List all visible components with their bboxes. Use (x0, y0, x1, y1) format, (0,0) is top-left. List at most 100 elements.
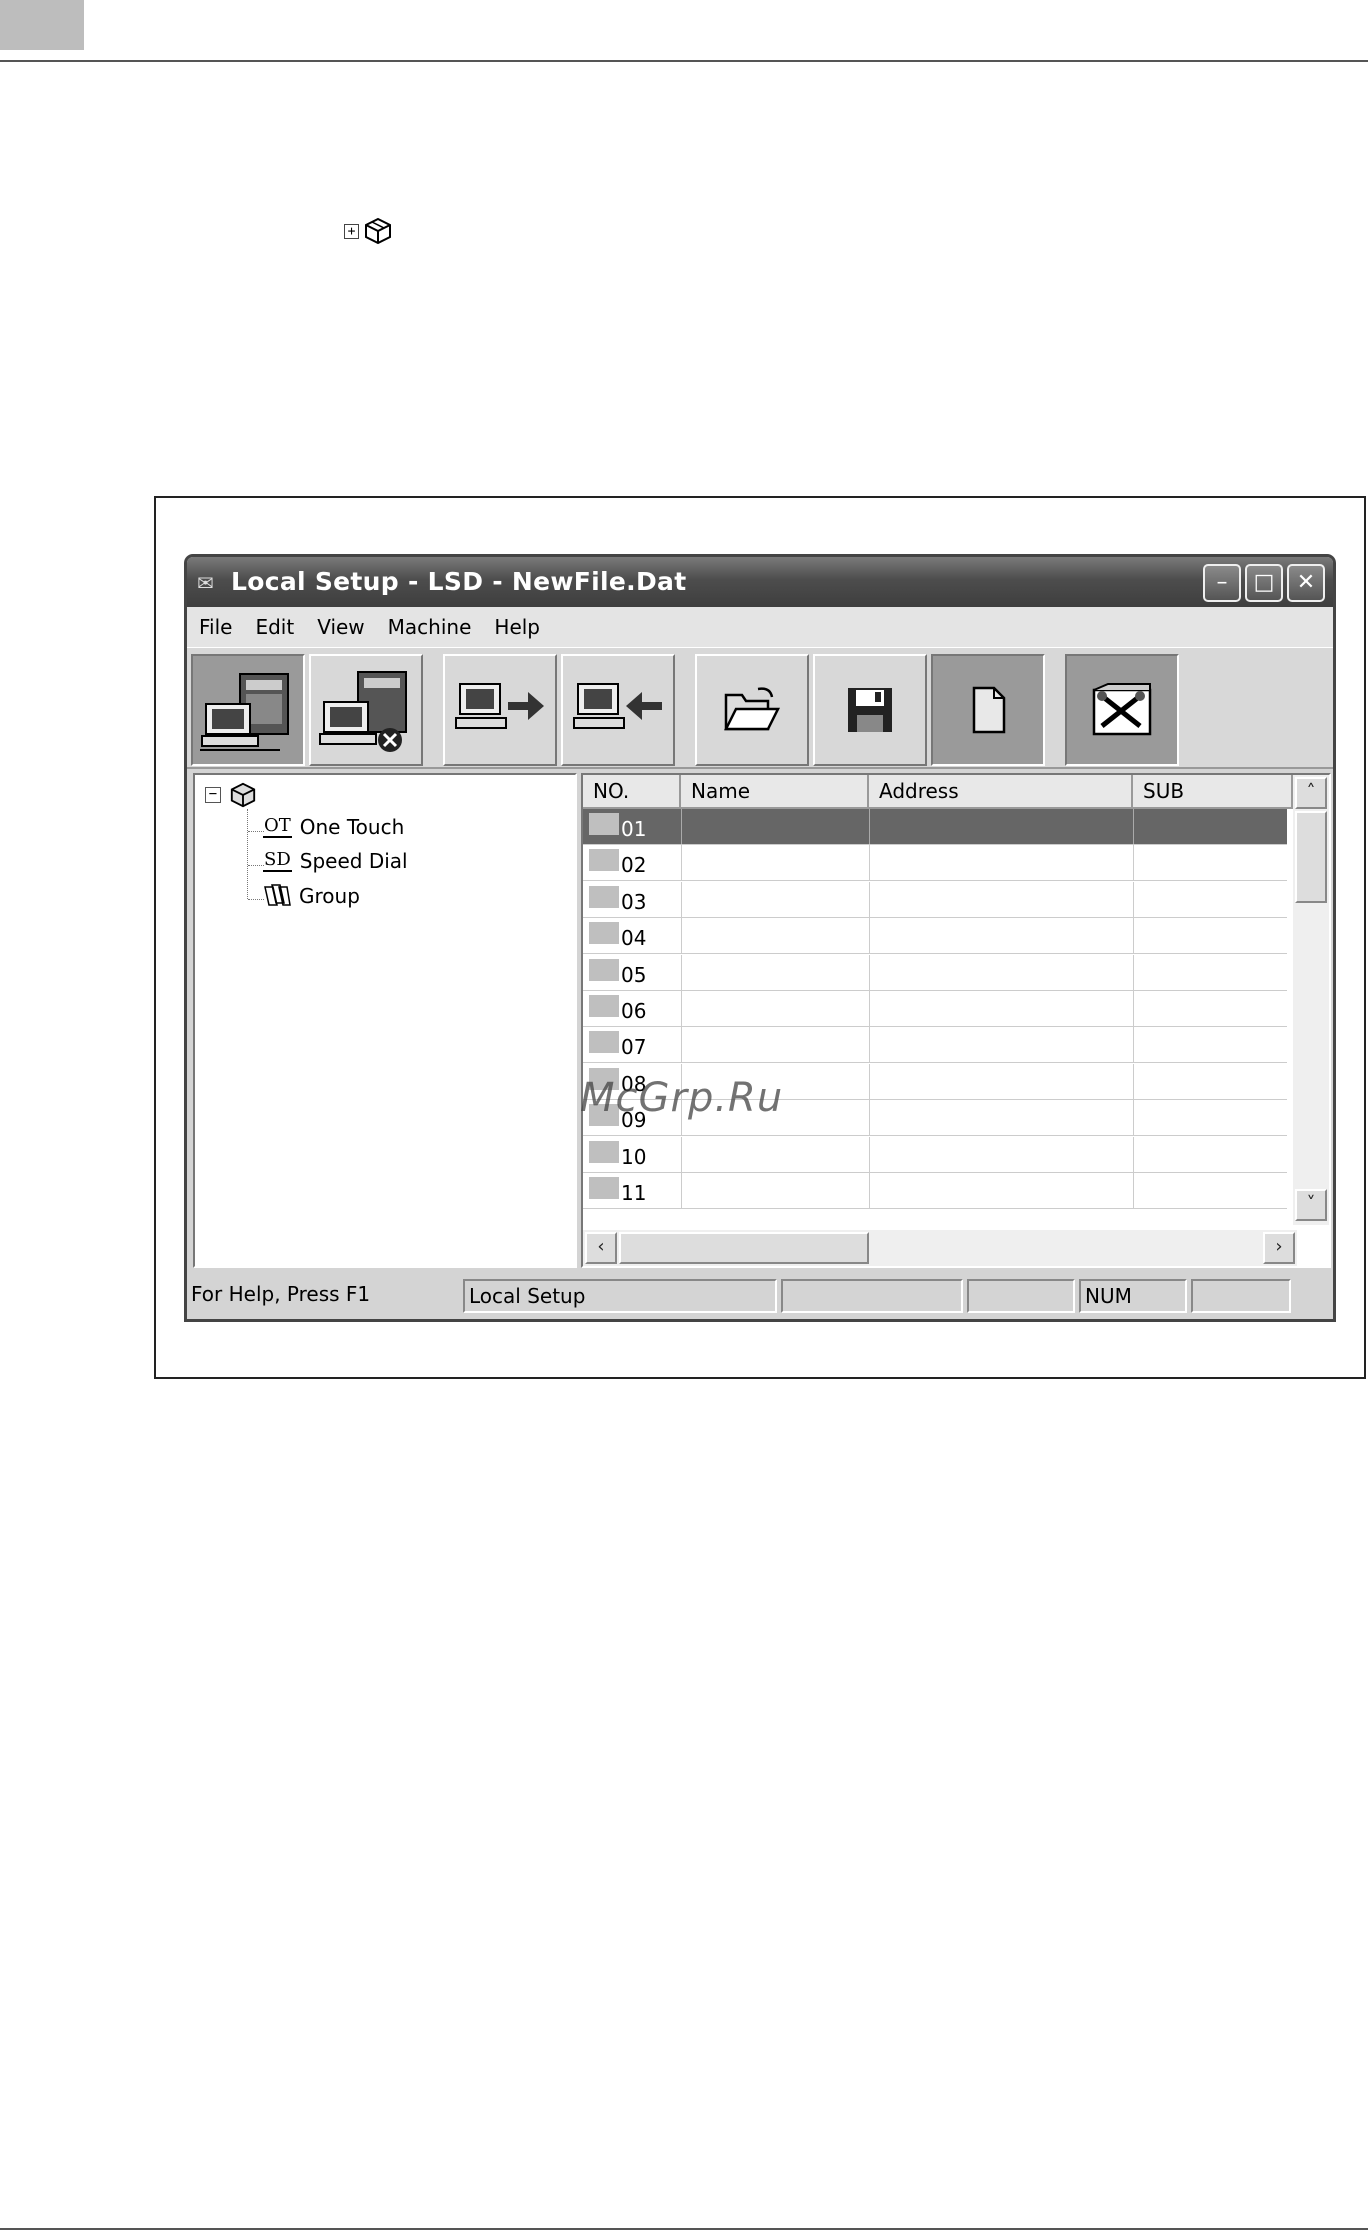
machine-cube-icon (365, 217, 391, 245)
watermark: McGrp.Ru (580, 1075, 784, 1121)
app-icon: ✉ (197, 571, 214, 595)
minimize-button[interactable]: – (1203, 564, 1241, 602)
close-button[interactable]: ✕ (1287, 564, 1325, 602)
menu-help[interactable]: Help (494, 615, 540, 639)
table-row[interactable]: 02 (583, 845, 1287, 882)
table-row[interactable]: 11 (583, 1173, 1287, 1209)
column-header-address[interactable]: Address (869, 775, 1133, 809)
upload-to-machine-button[interactable] (443, 654, 557, 766)
status-mode: Local Setup (463, 1279, 777, 1313)
receive-from-machine-button[interactable] (191, 654, 305, 766)
row-status-chip (589, 1140, 619, 1163)
row-number: 11 (621, 1181, 647, 1205)
table-row[interactable]: 10 (583, 1136, 1287, 1173)
tree-item-label: Group (299, 884, 360, 908)
row-cell (1133, 954, 1134, 990)
column-header-no[interactable]: NO. (583, 775, 681, 809)
menu-machine[interactable]: Machine (388, 615, 472, 639)
row-cell (1133, 1063, 1134, 1099)
menu-edit[interactable]: Edit (255, 615, 294, 639)
table-row[interactable]: 07 (583, 1027, 1287, 1064)
row-cell (869, 1136, 870, 1172)
row-cell (1133, 881, 1134, 917)
vertical-scroll-thumb[interactable] (1295, 811, 1327, 903)
open-folder-icon (723, 687, 781, 731)
row-cell (869, 1027, 870, 1063)
expand-plus-icon: + (344, 223, 359, 239)
save-button[interactable] (813, 654, 927, 766)
speed-dial-icon: SD (263, 849, 292, 872)
disconnect-machine-icon (319, 671, 407, 752)
row-cell (1133, 918, 1134, 954)
row-cell (869, 845, 870, 881)
table-row[interactable]: 01 (583, 809, 1287, 845)
scroll-up-icon[interactable]: ˄ (1295, 777, 1327, 809)
open-folder-button[interactable] (695, 654, 809, 766)
menubar: File Edit View Machine Help (187, 607, 1333, 647)
tree-pane: − OT One Touch SD Speed Dial Group (193, 773, 577, 1268)
row-status-chip (589, 1177, 619, 1199)
status-num: NUM (1079, 1279, 1187, 1313)
table-row[interactable]: 05 (583, 954, 1287, 991)
row-cell (681, 881, 682, 917)
download-from-machine-button[interactable] (561, 654, 675, 766)
status-help-text: For Help, Press F1 (191, 1282, 371, 1306)
row-status-chip (589, 1031, 619, 1054)
new-file-button[interactable] (931, 654, 1045, 766)
settings-tools-icon (1092, 683, 1152, 736)
download-from-machine-icon (573, 683, 662, 729)
row-cell (681, 1027, 682, 1063)
table-row[interactable]: 03 (583, 881, 1287, 918)
row-cell (869, 991, 870, 1026)
row-cell (869, 809, 870, 844)
row-number: 02 (621, 853, 647, 878)
row-number: 10 (621, 1144, 647, 1169)
resize-grip[interactable] (1191, 1279, 1291, 1313)
settings-tools-button[interactable] (1065, 654, 1179, 766)
tree-connector-lines (247, 809, 264, 900)
row-cell (1133, 1173, 1134, 1208)
row-number: 07 (621, 1035, 647, 1060)
row-cell (1133, 809, 1134, 844)
maximize-button[interactable]: □ (1245, 564, 1283, 602)
tree-item-one-touch[interactable]: OT One Touch (263, 815, 404, 839)
top-rule (0, 60, 1368, 62)
row-cell (1133, 845, 1134, 881)
row-cell (681, 1136, 682, 1172)
vertical-scrollbar[interactable]: ˄ ˅ (1293, 775, 1329, 1225)
tree-item-speed-dial[interactable]: SD Speed Dial (263, 849, 408, 873)
scroll-down-icon[interactable]: ˅ (1295, 1189, 1327, 1221)
receive-from-machine-icon (200, 673, 289, 751)
horizontal-scroll-thumb[interactable] (619, 1232, 869, 1264)
row-status-chip (589, 849, 619, 872)
inline-tree-node: + (344, 216, 393, 246)
row-cell (681, 954, 682, 990)
row-number: 05 (621, 962, 647, 987)
table-row[interactable]: 04 (583, 918, 1287, 955)
column-header-sub[interactable]: SUB (1133, 775, 1293, 809)
disconnect-machine-button[interactable] (309, 654, 423, 766)
collapse-minus-icon[interactable]: − (205, 787, 221, 803)
menu-view[interactable]: View (317, 615, 364, 639)
page-corner-tab (0, 0, 84, 50)
table-row[interactable]: 06 (583, 991, 1287, 1027)
scroll-left-icon[interactable]: ‹ (585, 1232, 617, 1264)
group-icon (264, 884, 291, 906)
row-cell (681, 991, 682, 1026)
toolbar (187, 647, 1333, 769)
row-number: 06 (621, 999, 647, 1023)
menu-file[interactable]: File (199, 615, 232, 639)
row-cell (869, 881, 870, 917)
tree-item-group[interactable]: Group (263, 883, 360, 909)
bottom-rule (0, 2228, 1368, 2230)
tree-root[interactable]: − (205, 781, 257, 809)
column-header-name[interactable]: Name (681, 775, 869, 809)
scroll-right-icon[interactable]: › (1263, 1232, 1295, 1264)
tree-item-label: Speed Dial (299, 849, 408, 873)
address-list: NO. Name Address SUB 01 02 03 04 05 06 07 08 09 1… (581, 773, 1331, 1268)
horizontal-scrollbar[interactable]: ‹ › (583, 1230, 1297, 1266)
local-setup-window: ✉ Local Setup - LSD - NewFile.Dat – □ ✕ … (184, 554, 1336, 1322)
titlebar[interactable]: ✉ Local Setup - LSD - NewFile.Dat – □ ✕ (187, 557, 1333, 607)
status-pane-empty-2 (967, 1279, 1075, 1313)
row-cell (1133, 1136, 1134, 1172)
